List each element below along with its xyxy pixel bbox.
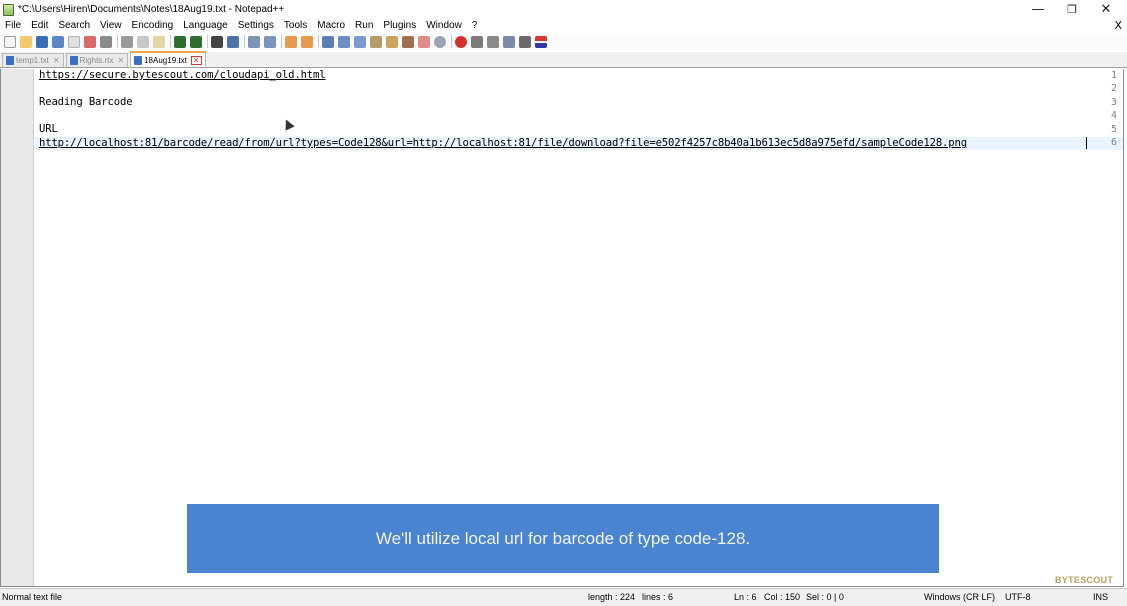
status-length: length : 224 <box>588 592 636 602</box>
stop-record-icon[interactable] <box>471 35 483 48</box>
function-list-icon[interactable] <box>402 35 414 48</box>
tab-label: Rights.rtx <box>79 56 114 65</box>
text-caret <box>1086 137 1087 149</box>
menu-language[interactable]: Language <box>178 19 233 33</box>
status-encoding[interactable]: UTF-8 <box>1005 592 1031 602</box>
tab-close-icon[interactable]: ✕ <box>53 56 60 65</box>
menu-search[interactable]: Search <box>53 19 95 33</box>
notepadpp-app-icon[interactable] <box>3 3 14 16</box>
show-all-chars-icon[interactable] <box>338 35 350 48</box>
line-number: 5 <box>1110 124 1117 135</box>
undo-icon[interactable] <box>174 35 186 48</box>
menu-view[interactable]: View <box>95 19 127 33</box>
status-file-type: Normal text file <box>2 592 63 602</box>
doc-map-icon[interactable] <box>386 35 398 48</box>
menu-tools[interactable]: Tools <box>279 19 312 33</box>
video-caption: We'll utilize local url for barcode of t… <box>187 504 939 573</box>
word-wrap-icon[interactable] <box>322 35 334 48</box>
open-file-icon[interactable] <box>20 35 32 48</box>
toolbar-separator <box>117 35 118 48</box>
zoom-in-icon[interactable] <box>248 35 260 48</box>
menu-run[interactable]: Run <box>350 19 378 33</box>
minimize-button[interactable]: — <box>1021 0 1055 19</box>
menu-edit[interactable]: Edit <box>26 19 53 33</box>
status-bar: Normal text file length : 224 lines : 6 … <box>0 588 1127 606</box>
status-lines: lines : 6 <box>642 592 674 602</box>
tab-temp1[interactable]: temp1.txt ✕ <box>2 53 64 67</box>
close-icon[interactable] <box>68 35 80 48</box>
paste-icon[interactable] <box>153 35 165 48</box>
window-title: *C:\Users\Hiren\Documents\Notes\18Aug19.… <box>18 4 285 15</box>
document-icon <box>69 56 78 65</box>
menu-bar: File Edit Search View Encoding Language … <box>0 19 1127 33</box>
code-line: URL <box>39 123 58 135</box>
spellcheck-icon[interactable] <box>535 35 547 48</box>
line-number-gutter <box>1 69 34 586</box>
close-window-button[interactable]: ✕ <box>1089 0 1123 19</box>
restore-button[interactable]: ❐ <box>1055 0 1089 19</box>
indent-guide-icon[interactable] <box>354 35 366 48</box>
menu-settings[interactable]: Settings <box>233 19 279 33</box>
record-macro-icon[interactable] <box>455 35 467 48</box>
menu-help[interactable]: ? <box>467 19 483 33</box>
status-line-number: Ln : 6 <box>734 592 757 602</box>
status-column: Col : 150 <box>764 592 801 602</box>
find-icon[interactable] <box>211 35 223 48</box>
code-line: Reading Barcode <box>39 96 133 108</box>
new-file-icon[interactable] <box>4 35 16 48</box>
tab-label: 18Aug19.txt <box>144 55 187 65</box>
code-line-api-url-link[interactable]: http://localhost:81/barcode/read/from/ur… <box>39 137 967 149</box>
menu-file[interactable]: File <box>0 19 26 33</box>
monitoring-icon[interactable] <box>434 35 446 48</box>
toolbar-separator <box>318 35 319 48</box>
save-icon[interactable] <box>36 35 48 48</box>
toolbar <box>0 33 1127 50</box>
line-number: 4 <box>1110 110 1117 121</box>
menu-plugins[interactable]: Plugins <box>378 19 421 33</box>
tab-close-icon[interactable]: ✕ <box>117 56 124 65</box>
redo-icon[interactable] <box>190 35 202 48</box>
line-number: 3 <box>1110 97 1117 108</box>
status-insert-mode[interactable]: INS <box>1093 592 1108 602</box>
title-bar: *C:\Users\Hiren\Documents\Notes\18Aug19.… <box>0 0 1127 19</box>
close-document-button[interactable]: X <box>1114 19 1122 33</box>
tab-label: temp1.txt <box>16 56 49 65</box>
status-eol[interactable]: Windows (CR LF) <box>924 592 995 602</box>
udl-icon[interactable] <box>370 35 382 48</box>
line-number: 2 <box>1110 83 1117 94</box>
code-line-url-link[interactable]: https://secure.bytescout.com/cloudapi_ol… <box>39 69 326 81</box>
status-selection: Sel : 0 | 0 <box>806 592 844 602</box>
toolbar-separator <box>207 35 208 48</box>
copy-icon[interactable] <box>137 35 149 48</box>
save-macro-icon[interactable] <box>519 35 531 48</box>
toolbar-separator <box>281 35 282 48</box>
menu-window[interactable]: Window <box>421 19 467 33</box>
sync-horizontal-icon[interactable] <box>301 35 313 48</box>
document-icon <box>134 55 143 65</box>
toolbar-separator <box>451 35 452 48</box>
toolbar-separator <box>170 35 171 48</box>
document-icon <box>6 56 14 65</box>
zoom-out-icon[interactable] <box>264 35 276 48</box>
line-number: 6 <box>1110 137 1117 148</box>
sync-vertical-icon[interactable] <box>285 35 297 48</box>
save-all-icon[interactable] <box>52 35 64 48</box>
folder-workspace-icon[interactable] <box>418 35 430 48</box>
tab-18aug19[interactable]: 18Aug19.txt ✕ <box>130 51 206 67</box>
menu-encoding[interactable]: Encoding <box>127 19 179 33</box>
line-number: 1 <box>1110 70 1117 81</box>
toolbar-separator <box>244 35 245 48</box>
tab-bar: temp1.txt ✕ Rights.rtx ✕ 18Aug19.txt ✕ <box>0 51 1127 68</box>
menu-macro[interactable]: Macro <box>312 19 350 33</box>
replace-icon[interactable] <box>227 35 239 48</box>
tab-rights[interactable]: Rights.rtx ✕ <box>65 53 129 67</box>
print-icon[interactable] <box>100 35 112 48</box>
close-all-icon[interactable] <box>84 35 96 48</box>
cut-icon[interactable] <box>121 35 133 48</box>
tab-close-icon[interactable]: ✕ <box>190 55 202 65</box>
run-multiple-icon[interactable] <box>503 35 515 48</box>
bytescout-watermark: BYTESCOUT <box>1055 575 1114 585</box>
play-macro-icon[interactable] <box>487 35 499 48</box>
